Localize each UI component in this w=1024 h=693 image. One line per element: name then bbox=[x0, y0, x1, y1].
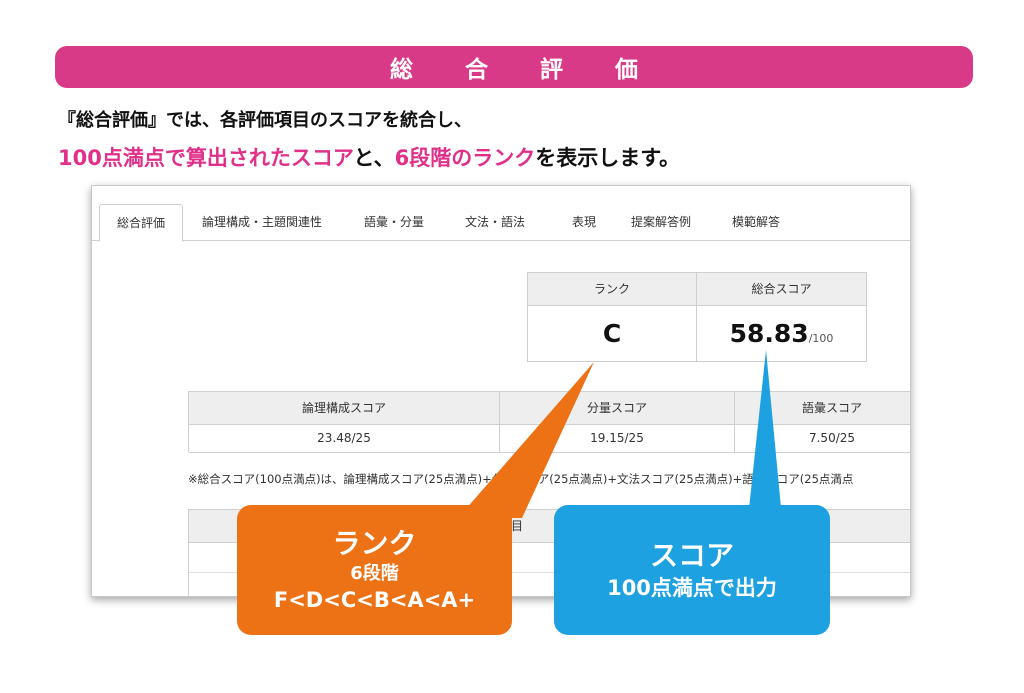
callout-pointers bbox=[458, 350, 782, 518]
score-callout-sub: 100点満点で出力 bbox=[607, 576, 777, 600]
rank-pointer bbox=[458, 362, 594, 518]
score-callout: スコア 100点満点で出力 bbox=[554, 505, 830, 635]
rank-callout-scale: F<D<C<B<A<A+ bbox=[273, 588, 476, 612]
rank-callout-sub: 6段階 bbox=[350, 563, 399, 584]
score-pointer bbox=[748, 350, 782, 518]
rank-callout-title: ランク bbox=[332, 527, 417, 560]
score-callout-title: スコア bbox=[649, 539, 734, 572]
rank-callout: ランク 6段階 F<D<C<B<A<A+ bbox=[237, 505, 512, 635]
